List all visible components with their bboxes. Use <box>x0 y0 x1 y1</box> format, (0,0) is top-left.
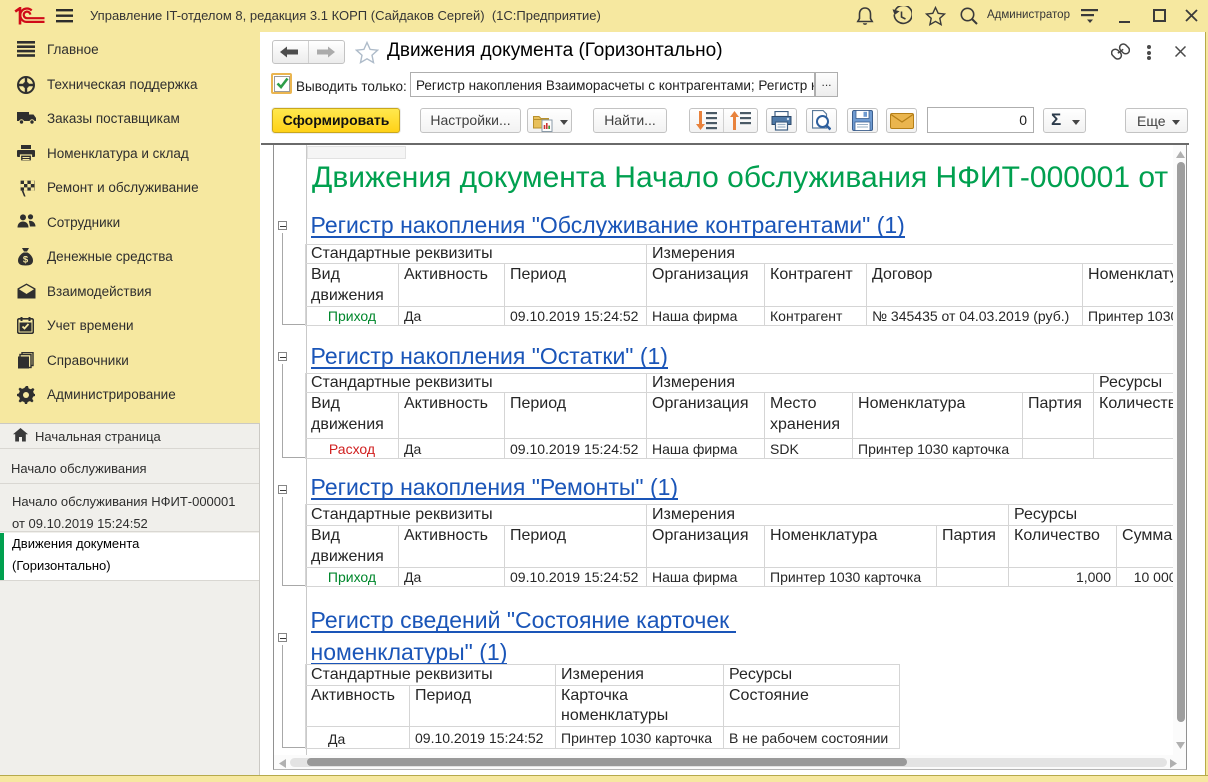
svg-text:$: $ <box>23 255 29 266</box>
